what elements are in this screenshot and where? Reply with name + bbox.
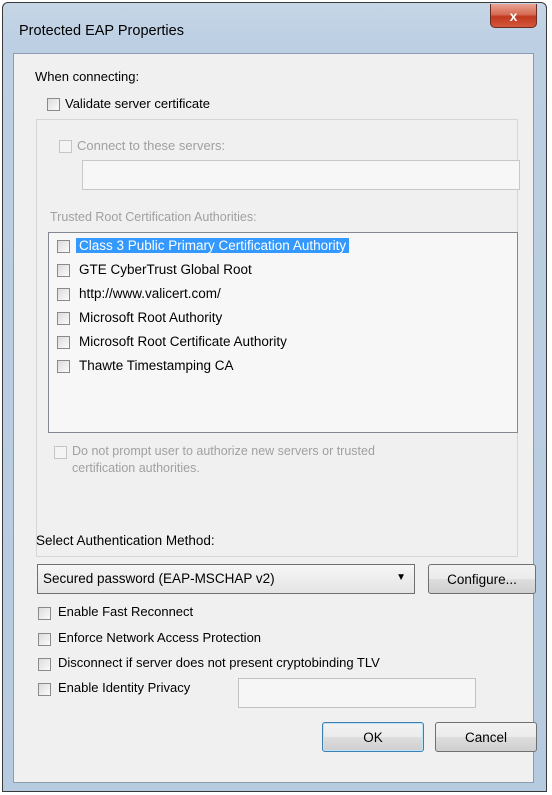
authority-checkbox[interactable] (57, 288, 70, 301)
ok-button[interactable]: OK (322, 722, 424, 752)
authority-label: http://www.valicert.com/ (79, 286, 221, 301)
trusted-root-heading: Trusted Root Certification Authorities: (50, 210, 257, 224)
servers-input[interactable] (82, 160, 520, 190)
authority-checkbox[interactable] (57, 240, 70, 253)
configure-button[interactable]: Configure... (428, 564, 536, 594)
auth-method-value: Secured password (EAP-MSCHAP v2) (43, 571, 275, 586)
list-item[interactable]: Microsoft Root Certificate Authority (49, 332, 517, 354)
authority-label: Microsoft Root Authority (79, 310, 223, 325)
dialog-window: Protected EAP Properties x When connecti… (2, 2, 547, 792)
no-prompt-label: Do not prompt user to authorize new serv… (72, 443, 375, 477)
identity-privacy-checkbox[interactable] (38, 683, 51, 696)
authority-checkbox[interactable] (57, 336, 70, 349)
cryptobinding-checkbox[interactable] (38, 658, 51, 671)
no-prompt-line-2: certification authorities. (72, 461, 200, 475)
authority-label: Class 3 Public Primary Certification Aut… (76, 238, 350, 253)
auth-method-heading: Select Authentication Method: (36, 533, 215, 548)
chevron-down-icon: ▼ (396, 572, 406, 583)
validate-server-label: Validate server certificate (65, 96, 210, 111)
auth-method-select[interactable]: Secured password (EAP-MSCHAP v2) ▼ (37, 564, 415, 594)
close-button[interactable]: x (490, 4, 537, 28)
list-item[interactable]: Thawte Timestamping CA (49, 356, 517, 378)
authority-checkbox[interactable] (57, 360, 70, 373)
list-item[interactable]: Microsoft Root Authority (49, 308, 517, 330)
list-item[interactable]: GTE CyberTrust Global Root (49, 260, 517, 282)
authority-label: Thawte Timestamping CA (79, 358, 234, 373)
list-item[interactable]: Class 3 Public Primary Certification Aut… (49, 236, 517, 258)
when-connecting-heading: When connecting: (35, 69, 140, 84)
authorities-list[interactable]: Class 3 Public Primary Certification Aut… (48, 232, 518, 433)
authority-checkbox[interactable] (57, 264, 70, 277)
fast-reconnect-checkbox[interactable] (38, 607, 51, 620)
cryptobinding-label: Disconnect if server does not present cr… (58, 655, 380, 670)
nap-checkbox[interactable] (38, 633, 51, 646)
close-icon: x (509, 7, 518, 24)
cancel-button[interactable]: Cancel (435, 722, 537, 752)
connect-servers-label: Connect to these servers: (77, 138, 226, 153)
authority-checkbox[interactable] (57, 312, 70, 325)
authority-label: Microsoft Root Certificate Authority (79, 334, 287, 349)
dialog-body: When connecting: Validate server certifi… (13, 53, 537, 783)
identity-input[interactable] (238, 678, 476, 708)
connect-servers-checkbox[interactable] (59, 140, 72, 153)
identity-privacy-label: Enable Identity Privacy (58, 680, 191, 695)
dialog-title: Protected EAP Properties (19, 23, 184, 39)
title-bar[interactable]: Protected EAP Properties x (3, 3, 546, 55)
list-item[interactable]: http://www.valicert.com/ (49, 284, 517, 306)
fast-reconnect-label: Enable Fast Reconnect (58, 604, 194, 619)
nap-label: Enforce Network Access Protection (58, 630, 262, 645)
no-prompt-line-1: Do not prompt user to authorize new serv… (72, 444, 375, 458)
no-prompt-checkbox[interactable] (54, 446, 67, 459)
validate-server-checkbox[interactable] (47, 98, 60, 111)
authority-label: GTE CyberTrust Global Root (79, 262, 252, 277)
